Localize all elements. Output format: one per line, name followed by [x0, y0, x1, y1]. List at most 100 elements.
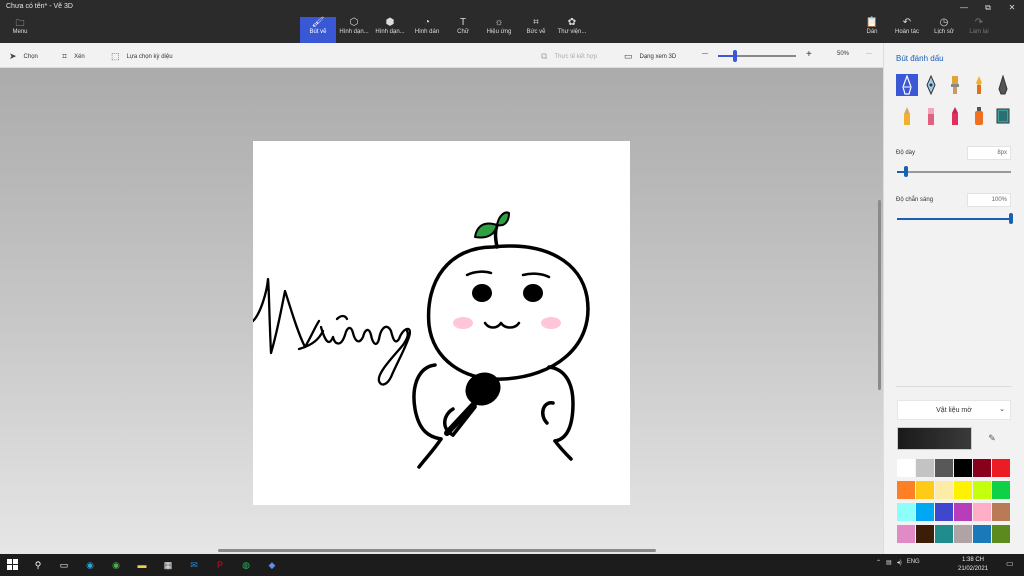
color-swatch[interactable] [897, 503, 915, 521]
tray-chevron-icon[interactable]: ⌃ [876, 559, 881, 566]
3d-shapes-icon: ⬢ [385, 17, 395, 28]
select-button[interactable]: ➤ Chọn [9, 51, 38, 62]
oil-brush[interactable] [944, 74, 966, 96]
tab-brushes[interactable]: 🖌 Bút vẽ [300, 17, 336, 43]
calligraphy-pen-brush[interactable] [920, 74, 942, 96]
material-dropdown[interactable]: Vật liệu mờ ⌄ [897, 400, 1011, 420]
color-swatch[interactable] [916, 503, 934, 521]
horizontal-scrollbar[interactable] [218, 549, 656, 552]
drawing [251, 211, 590, 469]
undo-icon: ↶ [902, 17, 912, 28]
start-button[interactable] [5, 557, 21, 573]
language-indicator[interactable]: ENG [907, 559, 920, 566]
current-color-swatch[interactable] [897, 427, 972, 450]
undo-button[interactable]: ↶ Hoàn tác [890, 17, 924, 43]
tab-2d-shapes[interactable]: ⬡ Hình dạn... [337, 17, 371, 43]
edge-icon[interactable]: ◉ [82, 557, 98, 573]
zoom-slider-thumb[interactable] [733, 50, 738, 62]
tab-stickers[interactable]: ◔ Hình dán [410, 17, 444, 43]
color-swatch[interactable] [954, 459, 972, 477]
network-icon[interactable]: ▤ [886, 559, 892, 566]
color-swatch[interactable] [973, 525, 991, 543]
color-swatch[interactable] [954, 481, 972, 499]
eyedropper-icon[interactable]: ✎ [981, 429, 1003, 448]
crop-button[interactable]: ⌗ Xén [62, 51, 85, 62]
color-swatch[interactable] [916, 459, 934, 477]
spraycan-brush[interactable] [968, 105, 990, 127]
magic-select-label: Lựa chọn kỳ diệu [126, 53, 173, 60]
marker-brush[interactable] [896, 74, 918, 96]
tab-text[interactable]: T Chữ [448, 17, 478, 43]
color-swatch[interactable] [897, 459, 915, 477]
history-label: Lịch sử [934, 29, 954, 35]
taskbar-clock[interactable]: 1:38 CH 21/02/2021 [958, 556, 988, 574]
tab-effects[interactable]: ☼ Hiệu ứng [482, 17, 516, 43]
zoom-in-label: + [806, 49, 812, 60]
mixed-reality-button[interactable]: ⧉ Thực tế kết hợp [541, 51, 597, 62]
text-icon: T [459, 17, 467, 28]
store-icon[interactable]: ▦ [160, 557, 176, 573]
mail-icon[interactable]: ✉ [186, 557, 202, 573]
search-icon[interactable]: ⚲ [30, 557, 46, 573]
color-swatch[interactable] [992, 459, 1010, 477]
file-explorer-icon[interactable]: ▬ [134, 557, 150, 573]
thickness-input[interactable]: 8px [967, 146, 1011, 160]
color-swatch[interactable] [916, 481, 934, 499]
pixel-pen-brush[interactable] [992, 74, 1014, 96]
view-3d-button[interactable]: ▭ Dạng xem 3D [624, 51, 676, 62]
color-swatch[interactable] [992, 481, 1010, 499]
color-swatch[interactable] [935, 503, 953, 521]
notifications-icon[interactable]: ▭ [1006, 559, 1014, 568]
tab-3d-library[interactable]: ✿ Thư viện... [555, 17, 589, 43]
color-swatch[interactable] [935, 525, 953, 543]
eraser-icon [928, 108, 934, 125]
color-swatch[interactable] [916, 525, 934, 543]
opacity-input[interactable]: 100% [967, 193, 1011, 207]
color-swatch[interactable] [992, 503, 1010, 521]
color-swatch[interactable] [992, 525, 1010, 543]
minimize-button[interactable]: — [952, 0, 976, 16]
color-swatch[interactable] [954, 525, 972, 543]
close-button[interactable]: ✕ [1000, 0, 1024, 16]
zoom-percentage[interactable]: 50% [837, 51, 849, 57]
more-label: ··· [866, 51, 872, 57]
pencil-brush[interactable] [896, 105, 918, 127]
restore-button[interactable]: ⧉ [976, 0, 1000, 16]
history-icon: ◷ [939, 17, 949, 28]
redo-button[interactable]: ↷ Làm lại [962, 17, 996, 43]
chrome-icon[interactable]: ◉ [108, 557, 124, 573]
spotify-icon[interactable]: ◍ [238, 557, 254, 573]
task-view-icon[interactable]: ▭ [56, 557, 72, 573]
volume-icon[interactable]: ◂) [897, 559, 902, 566]
watercolor-brush[interactable] [968, 74, 990, 96]
color-swatch[interactable] [973, 481, 991, 499]
menu-button[interactable]: 🗀 Menu [5, 18, 35, 42]
thickness-slider-track[interactable] [897, 171, 1011, 173]
color-swatch[interactable] [973, 503, 991, 521]
paste-button[interactable]: 📋 Dán [855, 17, 889, 43]
pinterest-icon[interactable]: P [212, 557, 228, 573]
opacity-slider-thumb[interactable] [1009, 213, 1013, 224]
color-swatch[interactable] [897, 525, 915, 543]
thickness-slider-thumb[interactable] [904, 166, 909, 177]
color-swatch[interactable] [935, 481, 953, 499]
zoom-out-button[interactable]: — [702, 51, 708, 57]
more-options-button[interactable]: ··· [866, 51, 872, 57]
vertical-scrollbar[interactable] [878, 200, 881, 390]
drawing-canvas[interactable] [251, 141, 630, 505]
magic-select-button[interactable]: ⬚ Lựa chọn kỳ diệu [111, 51, 173, 62]
color-swatch[interactable] [935, 459, 953, 477]
crayon-brush[interactable] [944, 105, 966, 127]
fill-brush[interactable] [992, 105, 1014, 127]
paint-3d-icon[interactable]: ◆ [264, 557, 280, 573]
color-swatch[interactable] [954, 503, 972, 521]
color-swatch[interactable] [973, 459, 991, 477]
tab-canvas[interactable]: ⌗ Bức vẽ [519, 17, 553, 43]
eraser-brush[interactable] [920, 105, 942, 127]
stickers-icon: ◔ [423, 17, 431, 28]
tab-3d-shapes[interactable]: ⬢ Hình dạn... [373, 17, 407, 43]
history-button[interactable]: ◷ Lịch sử [927, 17, 961, 43]
color-swatch[interactable] [897, 481, 915, 499]
zoom-in-button[interactable]: + [806, 49, 812, 60]
clock-time: 1:38 CH [962, 557, 985, 563]
